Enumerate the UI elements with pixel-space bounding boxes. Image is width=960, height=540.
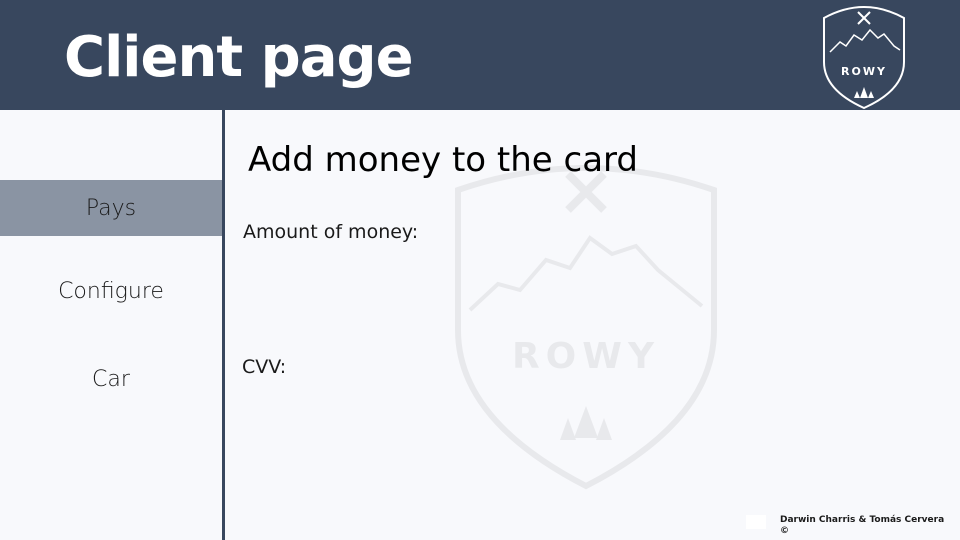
page-title: Client page [64, 25, 414, 90]
sidebar-item-car[interactable]: Car [0, 351, 222, 407]
sidebar-item-label: Car [92, 366, 130, 392]
credit-box [746, 515, 766, 529]
header-bar: Client page ROWY [0, 0, 960, 110]
logo-text: ROWY [841, 65, 887, 78]
amount-label: Amount of money: [243, 221, 419, 243]
sidebar-divider [222, 110, 225, 540]
form-title: Add money to the card [248, 140, 638, 180]
rowy-logo: ROWY [823, 6, 905, 110]
rowy-watermark: ROWY [455, 165, 717, 490]
sidebar-item-label: Pays [85, 195, 137, 221]
sidebar-item-pays[interactable]: Pays [0, 180, 222, 236]
cvv-label: CVV: [242, 356, 287, 378]
credit-text: Darwin Charris & Tomás Cervera © [780, 515, 945, 536]
sidebar-item-label: Configure [58, 278, 164, 304]
sidebar-item-configure[interactable]: Configure [0, 263, 222, 319]
watermark-text: ROWY [512, 336, 660, 377]
